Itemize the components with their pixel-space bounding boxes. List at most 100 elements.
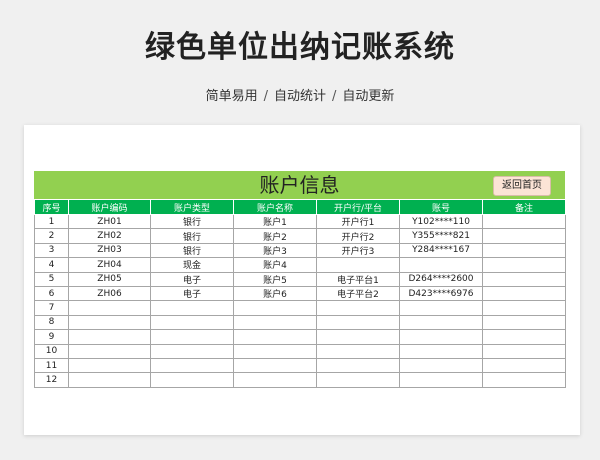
- column-header[interactable]: 账号: [399, 199, 483, 215]
- table-cell[interactable]: Y102****110: [399, 213, 483, 230]
- table-body: 1 ZH01 银行 账户1 开户行1 Y102****110 2 ZH02 银行 账户2 开户行2 Y…: [34, 213, 566, 388]
- table-cell[interactable]: ZH01: [68, 213, 151, 230]
- table-cell[interactable]: 电子: [150, 271, 234, 287]
- table-cell[interactable]: [482, 329, 566, 345]
- subtitle: 简单易用 / 自动统计 / 自动更新: [0, 85, 600, 104]
- table-cell[interactable]: 账户3: [233, 242, 317, 259]
- subtitle-item: 自动更新: [342, 89, 395, 104]
- table-cell[interactable]: [482, 300, 566, 316]
- table-cell[interactable]: Y284****167: [399, 242, 483, 259]
- table-cell[interactable]: [316, 372, 400, 388]
- table-cell[interactable]: [68, 343, 151, 359]
- table-cell[interactable]: [316, 300, 400, 316]
- table-cell[interactable]: 11: [34, 357, 69, 374]
- table-cell[interactable]: 账户2: [233, 228, 317, 244]
- table-cell[interactable]: 10: [34, 343, 69, 359]
- table-cell[interactable]: ZH03: [68, 242, 151, 259]
- table-cell[interactable]: [316, 329, 400, 345]
- table-cell[interactable]: [316, 314, 400, 331]
- table-cell[interactable]: 电子平台2: [316, 285, 400, 302]
- table-cell[interactable]: [233, 314, 317, 331]
- table-cell[interactable]: [399, 257, 483, 273]
- column-header[interactable]: 账户名称: [233, 199, 317, 215]
- table-cell[interactable]: [150, 343, 234, 359]
- column-header[interactable]: 开户行/平台: [316, 199, 400, 215]
- table-cell[interactable]: [482, 357, 566, 374]
- table-cell[interactable]: [482, 271, 566, 287]
- table-cell[interactable]: 电子: [150, 285, 234, 302]
- table-cell[interactable]: 1: [34, 213, 69, 230]
- table-cell[interactable]: 账户6: [233, 285, 317, 302]
- table-cell[interactable]: [150, 372, 234, 388]
- table-cell[interactable]: [233, 372, 317, 388]
- table-cell[interactable]: [482, 257, 566, 273]
- table-cell[interactable]: 3: [34, 242, 69, 259]
- table-cell[interactable]: 5: [34, 271, 69, 287]
- subtitle-item: 简单易用: [205, 89, 258, 104]
- table-cell[interactable]: [233, 357, 317, 374]
- table-cell[interactable]: [68, 372, 151, 388]
- table-cell[interactable]: 开户行1: [316, 213, 400, 230]
- table-cell[interactable]: 银行: [150, 242, 234, 259]
- table-cell[interactable]: 银行: [150, 228, 234, 244]
- table-cell[interactable]: ZH04: [68, 257, 151, 273]
- table-cell[interactable]: [316, 343, 400, 359]
- table-cell[interactable]: [482, 285, 566, 302]
- table-cell[interactable]: [233, 329, 317, 345]
- table-cell[interactable]: 9: [34, 329, 69, 345]
- table-cell[interactable]: [68, 329, 151, 345]
- table-cell[interactable]: [482, 213, 566, 230]
- table-cell[interactable]: ZH02: [68, 228, 151, 244]
- table-cell[interactable]: D264****2600: [399, 271, 483, 287]
- table-cell[interactable]: [150, 300, 234, 316]
- table-cell[interactable]: 6: [34, 285, 69, 302]
- table-cell[interactable]: 开户行2: [316, 228, 400, 244]
- table-cell[interactable]: 账户5: [233, 271, 317, 287]
- table-cell[interactable]: 现金: [150, 257, 234, 273]
- table-cell[interactable]: [68, 314, 151, 331]
- table-cell[interactable]: [399, 300, 483, 316]
- table-cell[interactable]: [482, 343, 566, 359]
- table-cell[interactable]: [316, 257, 400, 273]
- home-button[interactable]: 返回首页: [493, 176, 551, 196]
- table-cell[interactable]: [399, 372, 483, 388]
- column-header[interactable]: 账户类型: [150, 199, 234, 215]
- table-cell[interactable]: [482, 242, 566, 259]
- table-cell[interactable]: 4: [34, 257, 69, 273]
- table-cell[interactable]: 开户行3: [316, 242, 400, 259]
- table-cell[interactable]: ZH05: [68, 271, 151, 287]
- table-cell[interactable]: [150, 357, 234, 374]
- subtitle-item: 自动统计: [273, 89, 326, 104]
- table-cell[interactable]: 7: [34, 300, 69, 316]
- table-cell[interactable]: [482, 372, 566, 388]
- table-cell[interactable]: [68, 300, 151, 316]
- table-cell[interactable]: ZH06: [68, 285, 151, 302]
- column-header[interactable]: 备注: [482, 199, 566, 215]
- table-cell[interactable]: [68, 357, 151, 374]
- table-cell[interactable]: 电子平台1: [316, 271, 400, 287]
- table-cell[interactable]: [150, 314, 234, 331]
- table-cell[interactable]: 12: [34, 372, 69, 388]
- table-cell[interactable]: 账户1: [233, 213, 317, 230]
- sheet-title: 账户信息: [259, 173, 340, 197]
- table-cell[interactable]: 账户4: [233, 257, 317, 273]
- table-cell[interactable]: [399, 343, 483, 359]
- column-header[interactable]: 账户编码: [68, 199, 151, 215]
- table-cell[interactable]: [399, 314, 483, 331]
- table-cell[interactable]: 2: [34, 228, 69, 244]
- table-cell[interactable]: 8: [34, 314, 69, 331]
- table-cell[interactable]: [399, 357, 483, 374]
- table-cell[interactable]: [399, 329, 483, 345]
- table-cell[interactable]: [233, 300, 317, 316]
- table-cell[interactable]: [150, 329, 234, 345]
- table-cell[interactable]: [482, 314, 566, 331]
- table-cell[interactable]: [316, 357, 400, 374]
- table-cell[interactable]: [233, 343, 317, 359]
- table-cell[interactable]: [482, 228, 566, 244]
- table-cell[interactable]: D423****6976: [399, 285, 483, 302]
- column-header[interactable]: 序号: [34, 199, 69, 215]
- table-header-row: 序号 账户编码 账户类型 账户名称 开户行/平台 账号 备注: [34, 199, 566, 215]
- table-row: 5 ZH05 电子 账户5 电子平台1 D264****2600: [34, 271, 566, 287]
- table-cell[interactable]: 银行: [150, 213, 234, 230]
- table-cell[interactable]: Y355****821: [399, 228, 483, 244]
